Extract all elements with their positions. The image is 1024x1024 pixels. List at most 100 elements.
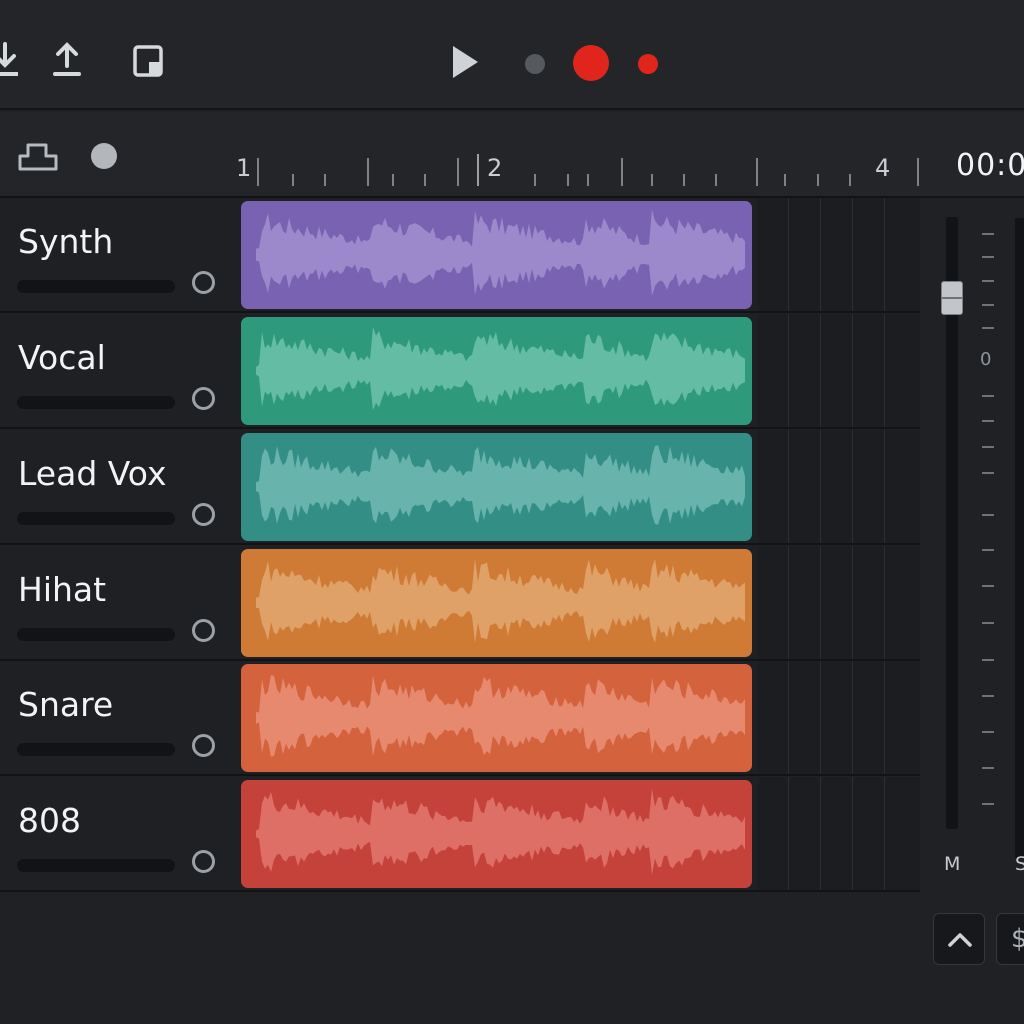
fader-tick	[982, 327, 994, 329]
track-row[interactable]: 808	[0, 777, 920, 892]
fader-tick	[982, 472, 994, 474]
fader-tick	[982, 446, 994, 448]
grid-line	[820, 777, 821, 890]
grid-line	[788, 198, 789, 311]
track-name: Vocal	[18, 338, 106, 377]
grid-line	[852, 430, 853, 543]
currency-button[interactable]: $	[996, 913, 1024, 965]
play-icon[interactable]	[450, 44, 480, 80]
track-pan-knob[interactable]	[192, 271, 215, 294]
track-volume-slider[interactable]	[17, 512, 175, 525]
grid-line	[884, 777, 885, 890]
track-pan-knob[interactable]	[192, 387, 215, 410]
record-small-icon[interactable]	[637, 53, 659, 75]
track-volume-slider[interactable]	[17, 859, 175, 872]
record-off-icon[interactable]	[524, 53, 546, 75]
grid-line	[820, 661, 821, 774]
track-header[interactable]: 808	[0, 777, 236, 890]
grid-line	[820, 546, 821, 659]
empty-lane[interactable]	[758, 777, 920, 890]
fader-tick	[982, 256, 994, 258]
collapse-button[interactable]	[933, 913, 985, 965]
fader-tick	[982, 233, 994, 235]
ruler-label-4: 4	[875, 154, 891, 182]
waveform	[241, 201, 752, 309]
track-name: Hihat	[18, 570, 107, 609]
ruler-label-1: 1	[236, 154, 252, 182]
track-name: 808	[18, 801, 81, 840]
solo-label[interactable]: S	[1015, 853, 1024, 875]
grid-line	[788, 546, 789, 659]
grid-line	[884, 546, 885, 659]
grid-line	[884, 314, 885, 427]
audio-clip[interactable]	[241, 549, 752, 657]
grid-line	[884, 661, 885, 774]
track-row[interactable]: Synth	[0, 198, 920, 313]
grid-line	[820, 198, 821, 311]
fader-tick	[982, 659, 994, 661]
track-volume-slider[interactable]	[17, 396, 175, 409]
track-volume-slider[interactable]	[17, 280, 175, 293]
empty-lane[interactable]	[758, 661, 920, 774]
bottom-panel	[0, 896, 1024, 1024]
audio-clip[interactable]	[241, 433, 752, 541]
track-row[interactable]: Lead Vox	[0, 430, 920, 545]
track-header[interactable]: Lead Vox	[0, 430, 236, 543]
track-header[interactable]: Synth	[0, 198, 236, 311]
audio-clip[interactable]	[241, 664, 752, 772]
track-header[interactable]: Vocal	[0, 314, 236, 427]
download-icon[interactable]	[0, 42, 18, 78]
empty-lane[interactable]	[758, 314, 920, 427]
grid-line	[884, 430, 885, 543]
grid-line	[820, 314, 821, 427]
track-volume-slider[interactable]	[17, 628, 175, 641]
track-pan-knob[interactable]	[192, 850, 215, 873]
track-header[interactable]: Hihat	[0, 546, 236, 659]
empty-lane[interactable]	[758, 430, 920, 543]
grid-line	[852, 661, 853, 774]
empty-lane[interactable]	[758, 546, 920, 659]
grid-line	[852, 198, 853, 311]
secondary-fader-track[interactable]	[1015, 218, 1024, 858]
grid-line	[788, 661, 789, 774]
fader-tick	[982, 803, 994, 805]
track-pan-knob[interactable]	[192, 734, 215, 757]
track-volume-slider[interactable]	[17, 743, 175, 756]
track-header[interactable]: Snare	[0, 661, 236, 774]
dollar-label: $	[1011, 924, 1024, 954]
waveform	[241, 780, 752, 888]
window-icon[interactable]	[133, 45, 163, 77]
fader-tick	[982, 514, 994, 516]
grid-line	[788, 314, 789, 427]
grid-line	[820, 430, 821, 543]
track-pan-knob[interactable]	[192, 619, 215, 642]
track-row[interactable]: Vocal	[0, 314, 920, 429]
fader-tick	[982, 731, 994, 733]
fader-tick	[982, 622, 994, 624]
grid-line	[852, 546, 853, 659]
fader-tick	[982, 585, 994, 587]
empty-lane[interactable]	[758, 198, 920, 311]
audio-clip[interactable]	[241, 780, 752, 888]
grid-line	[788, 777, 789, 890]
fader-zero-label: 0	[980, 349, 992, 370]
track-pan-knob[interactable]	[192, 503, 215, 526]
upload-icon[interactable]	[53, 42, 81, 78]
fader-tick	[982, 280, 994, 282]
time-readout: 00:0	[956, 148, 1024, 183]
volume-fader-handle[interactable]	[941, 281, 963, 315]
fader-tick	[982, 420, 994, 422]
track-name: Lead Vox	[18, 454, 167, 493]
track-row[interactable]: Hihat	[0, 546, 920, 661]
waveform	[241, 433, 752, 541]
audio-clip[interactable]	[241, 201, 752, 309]
grid-line	[852, 777, 853, 890]
waveform	[241, 317, 752, 425]
fader-tick	[982, 395, 994, 397]
ruler-label-2: 2	[487, 154, 503, 182]
record-icon[interactable]	[572, 44, 610, 82]
audio-clip[interactable]	[241, 317, 752, 425]
grid-line	[852, 314, 853, 427]
track-row[interactable]: Snare	[0, 661, 920, 776]
mute-label[interactable]: M	[944, 853, 960, 875]
